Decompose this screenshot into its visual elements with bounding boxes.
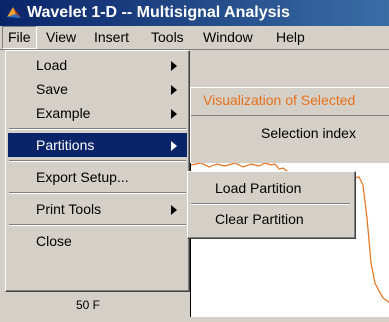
menu-item-partitions[interactable]: Partitions [8,133,187,157]
menu-tools[interactable]: Tools [146,26,189,49]
menu-separator [9,128,186,130]
matlab-logo-icon [7,7,21,18]
visualization-label: Visualization of Selected [203,92,356,108]
menu-item-load[interactable]: Load [8,53,187,77]
submenu-arrow-icon [171,205,177,215]
menu-view[interactable]: View [41,26,81,49]
menu-separator [9,192,186,194]
submenu-arrow-icon [171,141,177,151]
window-title: Wavelet 1-D -- Multisignal Analysis [27,4,290,21]
visualization-panel: Visualization of Selected Selection inde… [190,87,389,164]
title-bar: Wavelet 1-D -- Multisignal Analysis [0,0,389,26]
file-menu: Load Save Example Partitions Export Setu… [5,50,190,292]
menu-item-close[interactable]: Close [8,229,187,253]
y-axis-tick: 50 F [76,298,101,312]
menu-insert[interactable]: Insert [89,26,134,49]
menu-item-export-setup[interactable]: Export Setup... [8,165,187,189]
menu-help[interactable]: Help [271,26,310,49]
menu-item-save[interactable]: Save [8,77,187,101]
menu-item-example[interactable]: Example [8,101,187,125]
partitions-submenu: Load Partition Clear Partition [187,171,356,239]
menu-separator [191,203,350,205]
menu-item-clear-partition[interactable]: Clear Partition [190,207,353,231]
menu-item-print-tools[interactable]: Print Tools [8,197,187,221]
submenu-arrow-icon [171,109,177,119]
submenu-arrow-icon [171,61,177,71]
menu-separator [9,224,186,226]
panel-divider [191,115,389,116]
selection-index-label: Selection index [261,125,356,141]
menu-bar: File View Insert Tools Window Help [0,26,389,50]
menu-file[interactable]: File [2,26,37,49]
submenu-arrow-icon [171,85,177,95]
menu-window[interactable]: Window [198,26,258,49]
menu-separator [9,160,186,162]
menu-item-load-partition[interactable]: Load Partition [190,176,353,200]
